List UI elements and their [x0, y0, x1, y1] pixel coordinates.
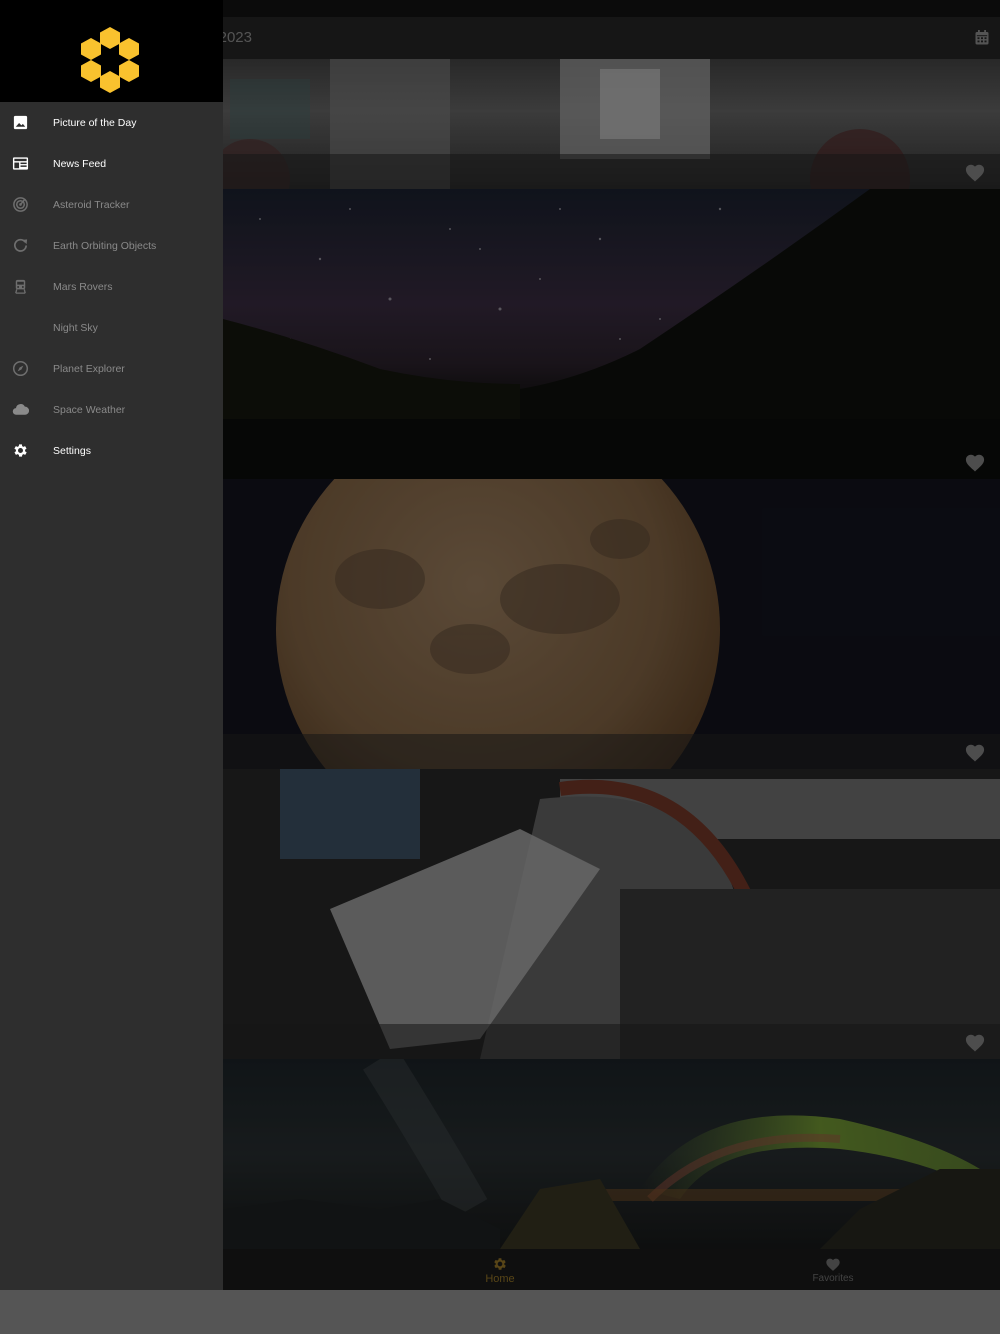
drawer-item-label: Space Weather [53, 404, 126, 416]
drawer-item-label: News Feed [53, 158, 107, 170]
drawer-item-label: Asteroid Tracker [53, 199, 130, 211]
drawer-item-mars-rovers[interactable]: Mars Rovers [0, 266, 223, 307]
navigation-drawer: Picture of the Day News Feed Asteroid Tr… [0, 0, 223, 1290]
gear-icon [14, 444, 27, 457]
drawer-item-label: Picture of the Day [53, 117, 137, 129]
image-icon [13, 115, 28, 130]
drawer-item-news-feed[interactable]: News Feed [0, 143, 223, 184]
hexagon-mirror-logo [81, 27, 139, 93]
cloud-icon [12, 404, 29, 415]
drawer-item-label: Settings [53, 445, 91, 457]
moon-icon [17, 320, 25, 335]
drawer-item-night-sky[interactable]: Night Sky [0, 307, 223, 348]
newspaper-icon [12, 157, 29, 170]
drawer-item-settings[interactable]: Settings [0, 430, 223, 471]
refresh-orbit-icon [14, 238, 28, 252]
drawer-item-picture-of-the-day[interactable]: Picture of the Day [0, 102, 223, 143]
compass-icon [12, 360, 29, 377]
drawer-header [0, 0, 223, 102]
drawer-item-label: Planet Explorer [53, 363, 125, 375]
drawer-item-space-weather[interactable]: Space Weather [0, 389, 223, 430]
drawer-item-label: Earth Orbiting Objects [53, 240, 157, 252]
drawer-item-planet-explorer[interactable]: Planet Explorer [0, 348, 223, 389]
rover-icon [15, 279, 26, 294]
drawer-menu: Picture of the Day News Feed Asteroid Tr… [0, 102, 223, 471]
drawer-item-asteroid-tracker[interactable]: Asteroid Tracker [0, 184, 223, 225]
drawer-item-label: Mars Rovers [53, 281, 113, 293]
drawer-item-label: Night Sky [53, 322, 98, 334]
drawer-item-earth-orbiting-objects[interactable]: Earth Orbiting Objects [0, 225, 223, 266]
radar-icon [13, 197, 28, 212]
app-root: 2023 Home Favorites Picture of the Day N… [0, 0, 1000, 1290]
